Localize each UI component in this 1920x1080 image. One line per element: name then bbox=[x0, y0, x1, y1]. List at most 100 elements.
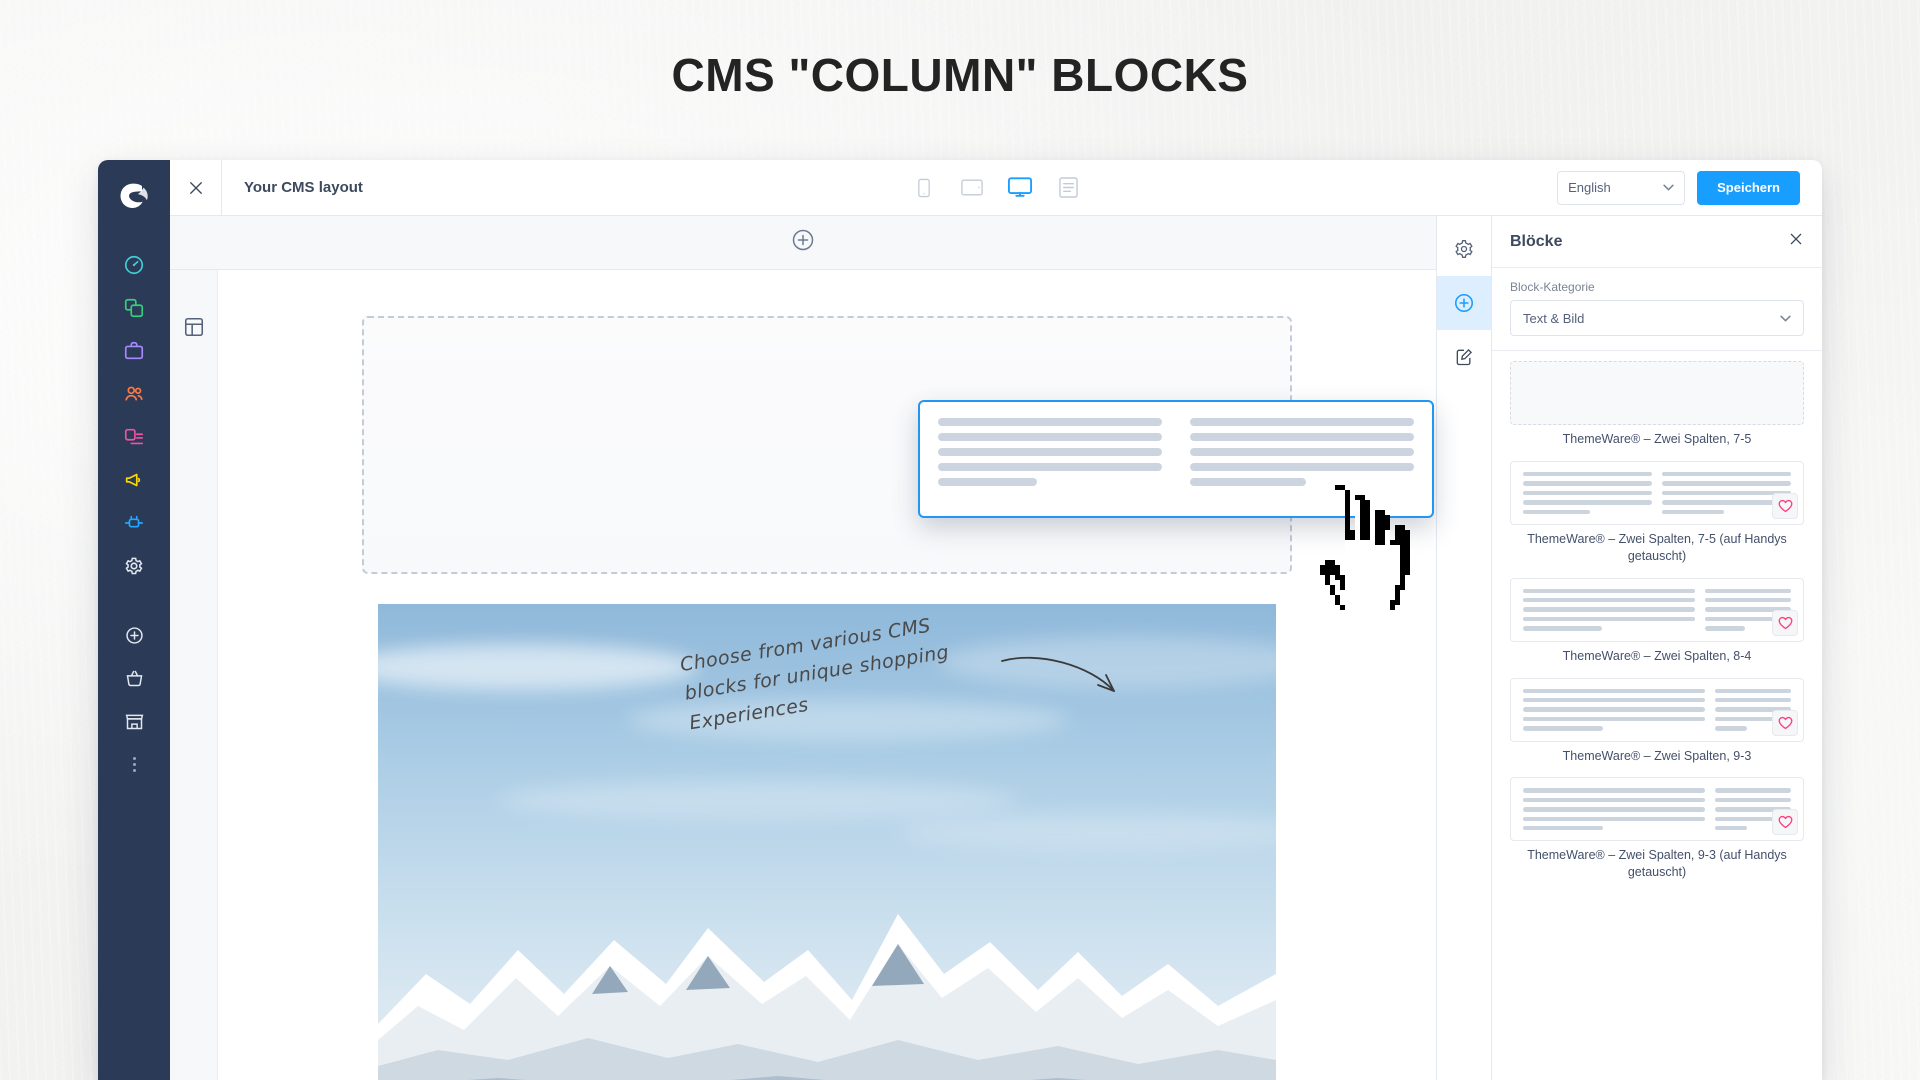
block-list-item[interactable]: ThemeWare® – Zwei Spalten, 7-5 bbox=[1510, 361, 1804, 448]
cms-canvas-stage: Choose from various CMS blocks for uniqu… bbox=[218, 270, 1436, 1080]
placeholder-line bbox=[1190, 418, 1414, 426]
shopware-admin-window: Your CMS layout English Speichern Choose… bbox=[98, 160, 1822, 1080]
block-category-label: Block-Kategorie bbox=[1510, 280, 1595, 294]
placeholder-line bbox=[1190, 448, 1414, 456]
favorite-button[interactable] bbox=[1772, 809, 1798, 836]
close-panel-button[interactable] bbox=[1788, 231, 1804, 252]
add-section-icon[interactable] bbox=[791, 228, 815, 257]
placeholder-line bbox=[1715, 797, 1791, 803]
main-column: Your CMS layout English Speichern Choose… bbox=[170, 160, 1822, 1080]
placeholder-line bbox=[1523, 490, 1652, 496]
block-preview[interactable] bbox=[1510, 777, 1804, 842]
layout-icon[interactable] bbox=[183, 316, 205, 343]
block-preview-column-left bbox=[1523, 688, 1706, 731]
sidebar-item-dashboard[interactable] bbox=[112, 244, 156, 286]
tab-blocks[interactable] bbox=[1437, 276, 1491, 330]
placeholder-line bbox=[1523, 697, 1706, 703]
page-title: CMS "COLUMN" BLOCKS bbox=[671, 49, 1249, 101]
block-list-item[interactable]: ThemeWare® – Zwei Spalten, 8-4 bbox=[1510, 577, 1804, 665]
placeholder-line bbox=[1715, 688, 1791, 693]
block-preview[interactable] bbox=[1510, 361, 1804, 425]
heart-icon bbox=[1778, 616, 1792, 629]
placeholder-line bbox=[1662, 471, 1791, 477]
work-area: Choose from various CMS blocks for uniqu… bbox=[170, 216, 1822, 1080]
language-value: English bbox=[1568, 180, 1611, 195]
block-list-item[interactable]: ThemeWare® – Zwei Spalten, 9-3 bbox=[1510, 677, 1804, 765]
canvas-tool-strip bbox=[170, 270, 218, 1080]
gear-icon bbox=[1455, 240, 1473, 258]
panel-tab-rail bbox=[1436, 216, 1492, 1080]
shopware-logo[interactable] bbox=[112, 174, 156, 218]
blocks-panel-header: Blöcke bbox=[1492, 216, 1822, 268]
tablet-view-icon[interactable] bbox=[958, 174, 986, 202]
sidebar-item-store[interactable] bbox=[112, 700, 156, 742]
edit-page-icon bbox=[1456, 348, 1473, 366]
tab-settings[interactable] bbox=[1437, 222, 1491, 276]
block-label: ThemeWare® – Zwei Spalten, 9-3 (auf Hand… bbox=[1527, 848, 1787, 880]
sidebar-item-catalogue[interactable] bbox=[112, 287, 156, 329]
more-options-icon bbox=[132, 756, 136, 772]
placeholder-line bbox=[1523, 788, 1706, 793]
placeholder-line bbox=[1523, 807, 1706, 812]
placeholder-line bbox=[1523, 726, 1604, 731]
favorite-button[interactable] bbox=[1772, 709, 1798, 736]
block-label: ThemeWare® – Zwei Spalten, 7-5 bbox=[1562, 432, 1752, 446]
placeholder-line bbox=[1705, 588, 1791, 594]
tab-elements[interactable] bbox=[1437, 330, 1491, 384]
placeholder-line bbox=[1190, 478, 1307, 486]
placeholder-line bbox=[938, 478, 1037, 486]
cms-image-block[interactable] bbox=[378, 604, 1276, 1080]
placeholder-line bbox=[938, 418, 1162, 426]
sidebar-item-content[interactable] bbox=[112, 416, 156, 458]
favorite-button[interactable] bbox=[1772, 492, 1798, 519]
block-label: ThemeWare® – Zwei Spalten, 7-5 (auf Hand… bbox=[1527, 531, 1787, 563]
placeholder-line bbox=[1523, 588, 1695, 594]
block-preview-column-left bbox=[1523, 588, 1695, 631]
placeholder-line bbox=[1705, 626, 1745, 631]
sidebar-item-add[interactable] bbox=[112, 614, 156, 656]
save-button[interactable]: Speichern bbox=[1697, 170, 1800, 205]
block-list-item[interactable]: ThemeWare® – Zwei Spalten, 9-3 (auf Hand… bbox=[1510, 777, 1804, 881]
annotation-arrow bbox=[1001, 656, 1115, 692]
heart-icon bbox=[1778, 816, 1792, 829]
sidebar-item-basket[interactable] bbox=[112, 657, 156, 699]
blocks-panel: Blöcke Block-Kategorie Text & Bild Theme… bbox=[1492, 216, 1822, 1080]
placeholder-line bbox=[1715, 697, 1791, 703]
favorite-button[interactable] bbox=[1772, 609, 1798, 636]
placeholder-line bbox=[1523, 797, 1706, 803]
block-preview[interactable] bbox=[1510, 677, 1804, 742]
block-category-value: Text & Bild bbox=[1523, 310, 1585, 326]
block-list-item[interactable]: ThemeWare® – Zwei Spalten, 7-5 (auf Hand… bbox=[1510, 460, 1804, 565]
mountain-range bbox=[378, 914, 1276, 1080]
close-icon bbox=[1790, 233, 1802, 245]
topbar-actions: English Speichern bbox=[1557, 170, 1822, 205]
list-view-icon[interactable] bbox=[1054, 174, 1082, 202]
block-preview-column-left bbox=[1523, 788, 1706, 831]
sidebar-item-customers[interactable] bbox=[112, 373, 156, 415]
heart-icon bbox=[1778, 499, 1792, 512]
close-editor-button[interactable] bbox=[170, 160, 222, 215]
sidebar-item-marketing[interactable] bbox=[112, 459, 156, 501]
placeholder-line bbox=[1190, 433, 1414, 441]
placeholder-line bbox=[1523, 707, 1706, 712]
block-category-select[interactable]: Text & Bild bbox=[1510, 300, 1804, 336]
block-category-area: Block-Kategorie Text & Bild bbox=[1492, 268, 1822, 351]
plus-circle-icon bbox=[1454, 293, 1474, 313]
placeholder-line bbox=[1523, 688, 1706, 693]
canvas-row: Choose from various CMS blocks for uniqu… bbox=[170, 270, 1436, 1080]
block-preview-column-left bbox=[1523, 471, 1652, 514]
placeholder-line bbox=[938, 448, 1162, 456]
sidebar-item-more[interactable] bbox=[112, 743, 156, 785]
block-label: ThemeWare® – Zwei Spalten, 8-4 bbox=[1562, 648, 1752, 663]
canvas-wrapper: Choose from various CMS blocks for uniqu… bbox=[170, 216, 1436, 1080]
block-preview[interactable] bbox=[1510, 577, 1804, 642]
desktop-view-icon[interactable] bbox=[1006, 174, 1034, 202]
mobile-view-icon[interactable] bbox=[910, 174, 938, 202]
sidebar-item-extensions[interactable] bbox=[112, 502, 156, 544]
sidebar-item-settings[interactable] bbox=[112, 545, 156, 587]
sidebar-item-orders[interactable] bbox=[112, 330, 156, 372]
language-select[interactable]: English bbox=[1557, 170, 1686, 205]
block-preview[interactable] bbox=[1510, 460, 1804, 525]
document-title: Your CMS layout bbox=[244, 179, 363, 196]
placeholder-line bbox=[1715, 726, 1747, 731]
